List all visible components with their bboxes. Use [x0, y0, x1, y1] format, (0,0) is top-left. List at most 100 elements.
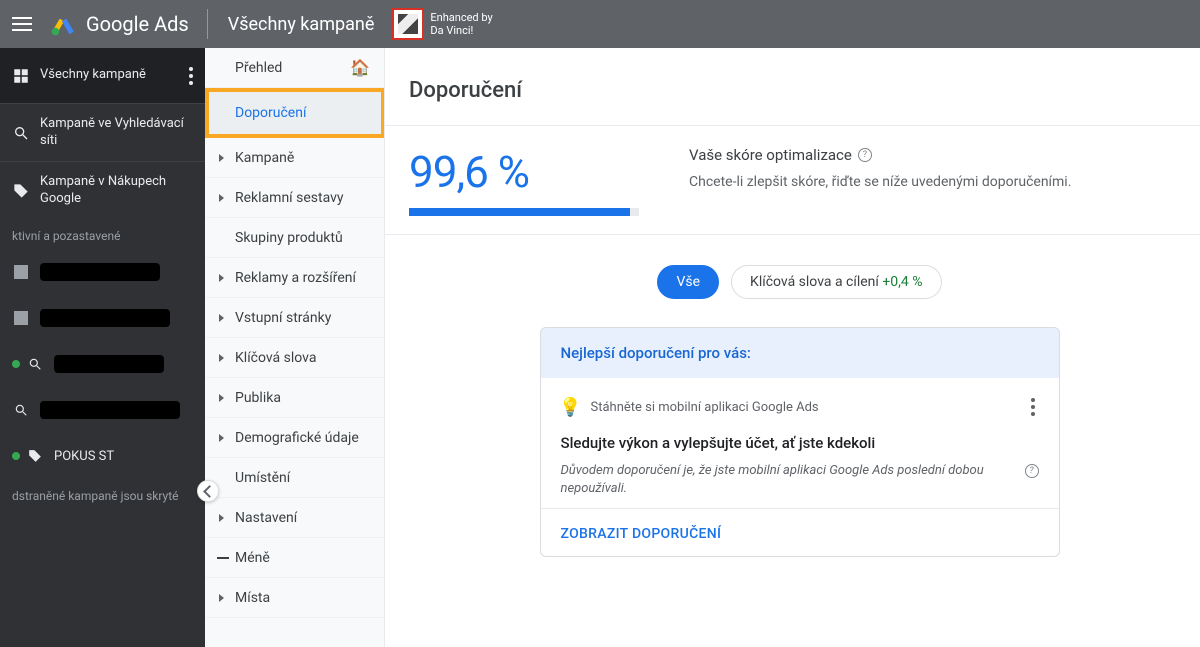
sidebar-campaign-item[interactable] — [0, 341, 205, 387]
sidebar-item-shopping-campaigns[interactable]: Kampaně v Nákupech Google — [0, 161, 205, 219]
redacted-text — [54, 355, 164, 373]
hamburger-menu-icon[interactable] — [0, 0, 44, 48]
main-content: Doporučení 99,6 % Vaše skóre optimalizac… — [385, 48, 1200, 647]
grid-icon — [12, 67, 30, 85]
caret-icon — [219, 274, 224, 282]
nav2-item-ads-extensions[interactable]: Reklamy a rozšíření — [205, 258, 384, 298]
nav2-item-less[interactable]: Méně — [205, 538, 384, 578]
chip-all[interactable]: Vše — [657, 265, 719, 299]
card-more-icon[interactable] — [1027, 394, 1039, 420]
score-heading: Vaše skóre optimalizace ? — [689, 146, 1071, 164]
card-body: 💡 Stáhněte si mobilní aplikaci Google Ad… — [541, 378, 1059, 508]
nav2-item-overview[interactable]: Přehled 🏠 — [205, 48, 384, 88]
nav2-label: Méně — [235, 550, 270, 566]
topbar-divider — [207, 9, 208, 39]
redacted-text — [40, 309, 170, 327]
davinci-text: Enhanced by Da Vinci! — [430, 11, 492, 37]
status-active-icon — [12, 360, 20, 368]
tag-icon — [26, 447, 44, 465]
nav2-label: Kampaně — [235, 150, 294, 166]
nav2-label: Umístění — [235, 470, 290, 486]
nav2-label: Nastavení — [235, 510, 297, 526]
sidebar-status-filter[interactable]: ktivní a pozastavené — [0, 219, 205, 249]
sidebar-label: Kampaně v Nákupech Google — [40, 174, 193, 207]
davinci-avatar-icon — [392, 8, 424, 40]
sidebar-item-search-campaigns[interactable]: Kampaně ve Vyhledávací síti — [0, 103, 205, 161]
sidebar-collapse-handle-icon[interactable] — [197, 480, 219, 502]
square-icon — [12, 263, 30, 281]
info-icon[interactable]: ? — [1025, 464, 1039, 478]
caret-icon — [219, 354, 224, 362]
caret-icon — [219, 394, 224, 402]
nav2-item-demographics[interactable]: Demografické údaje — [205, 418, 384, 458]
score-value: 99,6 % — [409, 146, 639, 198]
sidebar-campaign-item[interactable] — [0, 387, 205, 433]
nav2-label: Přehled — [235, 60, 282, 76]
sidebar-label: POKUS ST — [54, 449, 114, 464]
google-ads-logo-icon[interactable] — [44, 0, 82, 48]
caret-icon — [219, 514, 224, 522]
divider — [385, 234, 1200, 235]
nav2-label: Skupiny produktů — [235, 230, 343, 246]
nav2-item-adgroups[interactable]: Reklamní sestavy — [205, 178, 384, 218]
caret-icon — [219, 314, 224, 322]
card-title: Sledujte výkon a vylepšujte účet, ať jst… — [561, 434, 1039, 452]
nav2-item-landing-pages[interactable]: Vstupní stránky — [205, 298, 384, 338]
sidebar-campaign-item-pokus[interactable]: POKUS ST — [0, 433, 205, 479]
nav2-item-product-groups[interactable]: Skupiny produktů — [205, 218, 384, 258]
brand-text: Google Ads — [82, 12, 197, 36]
sidebar-item-all-campaigns[interactable]: Všechny kampaně — [0, 48, 205, 103]
chip-delta: +0,4 % — [882, 274, 922, 290]
nav2-label: Reklamní sestavy — [235, 190, 344, 206]
card-hint-text: Stáhněte si mobilní aplikaci Google Ads — [591, 400, 819, 415]
recommendation-card: Nejlepší doporučení pro vás: 💡 Stáhněte … — [540, 327, 1060, 557]
nav2-item-campaigns[interactable]: Kampaně — [205, 138, 384, 178]
nav2-label: Demografické údaje — [235, 430, 359, 446]
card-cta-button[interactable]: ZOBRAZIT DOPORUČENÍ — [561, 526, 722, 542]
info-icon[interactable]: ? — [858, 148, 872, 162]
nav2-label: Místa — [235, 590, 270, 606]
nav2-item-placements[interactable]: Umístění — [205, 458, 384, 498]
divider — [385, 125, 1200, 126]
card-desc-text: Důvodem doporučení je, že jste mobilní a… — [561, 462, 1019, 498]
score-block: 99,6 % — [409, 146, 639, 216]
filter-chips: Vše Klíčová slova a cílení +0,4 % — [409, 265, 1190, 299]
minus-icon — [217, 557, 229, 559]
nav2-item-recommendations[interactable]: Doporučení — [205, 88, 384, 138]
status-active-icon — [12, 452, 20, 460]
more-options-icon[interactable] — [185, 63, 197, 89]
topbar-scope-title[interactable]: Všechny kampaně — [218, 14, 385, 35]
sidebar-label: Kampaně ve Vyhledávací síti — [40, 116, 193, 149]
caret-icon — [219, 594, 224, 602]
card-hint-row: 💡 Stáhněte si mobilní aplikaci Google Ad… — [561, 394, 1039, 420]
davinci-line1: Enhanced by — [430, 11, 492, 24]
nav2-label: Vstupní stránky — [235, 310, 331, 326]
nav2-label: Reklamy a rozšíření — [235, 270, 356, 286]
card-description: Důvodem doporučení je, že jste mobilní a… — [561, 462, 1039, 498]
davinci-badge[interactable]: Enhanced by Da Vinci! — [392, 8, 492, 40]
card-footer: ZOBRAZIT DOPORUČENÍ — [541, 508, 1059, 556]
nav2-item-settings[interactable]: Nastavení — [205, 498, 384, 538]
caret-icon — [219, 194, 224, 202]
home-icon: 🏠 — [350, 58, 370, 77]
sidebar-campaign-item[interactable] — [0, 249, 205, 295]
nav2-label: Publika — [235, 390, 281, 406]
score-text: Vaše skóre optimalizace ? Chcete-li zlep… — [689, 146, 1071, 190]
score-subtext: Chcete-li zlepšit skóre, řiďte se níže u… — [689, 174, 1071, 190]
caret-icon — [219, 434, 224, 442]
nav2-item-audiences[interactable]: Publika — [205, 378, 384, 418]
search-icon — [26, 355, 44, 373]
nav2-item-locations[interactable]: Místa — [205, 578, 384, 618]
nav2-item-keywords[interactable]: Klíčová slova — [205, 338, 384, 378]
sidebar-removed-note: dstraněné kampaně jsou skryté — [0, 479, 205, 513]
chip-label: Klíčová slova a cílení — [750, 274, 882, 290]
topbar: Google Ads Všechny kampaně Enhanced by D… — [0, 0, 1200, 48]
nav2-label: Doporučení — [235, 105, 306, 121]
chip-keywords-targeting[interactable]: Klíčová slova a cílení +0,4 % — [731, 265, 941, 299]
square-icon — [12, 309, 30, 327]
page-title: Doporučení — [409, 78, 1190, 103]
sidebar-campaign-item[interactable] — [0, 295, 205, 341]
nav2-label: Klíčová slova — [235, 350, 316, 366]
search-icon — [12, 401, 30, 419]
sidebar-label: Všechny kampaně — [40, 67, 175, 83]
